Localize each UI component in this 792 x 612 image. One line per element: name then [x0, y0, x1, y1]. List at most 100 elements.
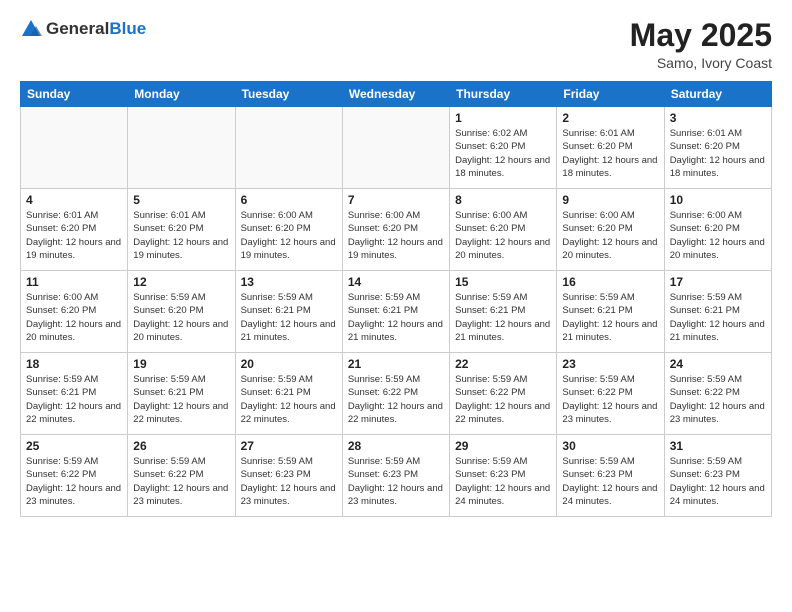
day-number: 5	[133, 193, 229, 207]
day-number: 23	[562, 357, 658, 371]
day-info: Sunrise: 6:00 AM Sunset: 6:20 PM Dayligh…	[26, 291, 122, 344]
calendar-cell	[235, 107, 342, 189]
day-number: 21	[348, 357, 444, 371]
calendar-week-row: 1Sunrise: 6:02 AM Sunset: 6:20 PM Daylig…	[21, 107, 772, 189]
weekday-header-sunday: Sunday	[21, 82, 128, 107]
day-number: 24	[670, 357, 766, 371]
calendar-cell: 24 Sunrise: 5:59 AM Sunset: 6:22 PM Dayli…	[664, 353, 771, 435]
day-number: 15	[455, 275, 551, 289]
day-info: Sunrise: 5:59 AM Sunset: 6:21 PM Dayligh…	[562, 291, 658, 344]
day-number: 27	[241, 439, 337, 453]
day-number: 6	[241, 193, 337, 207]
day-info: Sunrise: 6:01 AM Sunset: 6:20 PM Dayligh…	[26, 209, 122, 262]
logo-blue: Blue	[109, 19, 146, 38]
day-info: Sunrise: 6:00 AM Sunset: 6:20 PM Dayligh…	[562, 209, 658, 262]
day-info: Sunrise: 5:59 AM Sunset: 6:22 PM Dayligh…	[562, 373, 658, 426]
logo-general: General	[46, 19, 109, 38]
day-info: Sunrise: 5:59 AM Sunset: 6:23 PM Dayligh…	[348, 455, 444, 508]
day-info: Sunrise: 5:59 AM Sunset: 6:21 PM Dayligh…	[670, 291, 766, 344]
header: GeneralBlue May 2025 Samo, Ivory Coast	[20, 18, 772, 71]
calendar-cell: 11 Sunrise: 6:00 AM Sunset: 6:20 PM Dayli…	[21, 271, 128, 353]
day-info: Sunrise: 6:00 AM Sunset: 6:20 PM Dayligh…	[241, 209, 337, 262]
calendar-cell: 10 Sunrise: 6:00 AM Sunset: 6:20 PM Dayli…	[664, 189, 771, 271]
day-number: 28	[348, 439, 444, 453]
calendar-cell: 15 Sunrise: 5:59 AM Sunset: 6:21 PM Dayli…	[450, 271, 557, 353]
calendar-cell: 29 Sunrise: 5:59 AM Sunset: 6:23 PM Dayli…	[450, 435, 557, 517]
day-info: Sunrise: 5:59 AM Sunset: 6:22 PM Dayligh…	[670, 373, 766, 426]
day-number: 11	[26, 275, 122, 289]
calendar-week-row: 18 Sunrise: 5:59 AM Sunset: 6:21 PM Dayli…	[21, 353, 772, 435]
page: GeneralBlue May 2025 Samo, Ivory Coast S…	[0, 0, 792, 612]
calendar-cell: 22 Sunrise: 5:59 AM Sunset: 6:22 PM Dayli…	[450, 353, 557, 435]
day-number: 3	[670, 111, 766, 125]
weekday-header-thursday: Thursday	[450, 82, 557, 107]
calendar-week-row: 4 Sunrise: 6:01 AM Sunset: 6:20 PM Daylig…	[21, 189, 772, 271]
day-info: Sunrise: 5:59 AM Sunset: 6:22 PM Dayligh…	[455, 373, 551, 426]
calendar-cell: 23 Sunrise: 5:59 AM Sunset: 6:22 PM Dayli…	[557, 353, 664, 435]
calendar-cell: 7 Sunrise: 6:00 AM Sunset: 6:20 PM Daylig…	[342, 189, 449, 271]
calendar-cell: 4 Sunrise: 6:01 AM Sunset: 6:20 PM Daylig…	[21, 189, 128, 271]
day-number: 4	[26, 193, 122, 207]
day-info: Sunrise: 6:01 AM Sunset: 6:20 PM Dayligh…	[670, 127, 766, 180]
logo-icon	[20, 18, 42, 40]
day-number: 31	[670, 439, 766, 453]
day-info: Sunrise: 5:59 AM Sunset: 6:21 PM Dayligh…	[133, 373, 229, 426]
calendar-cell	[21, 107, 128, 189]
day-number: 13	[241, 275, 337, 289]
calendar-week-row: 11 Sunrise: 6:00 AM Sunset: 6:20 PM Dayli…	[21, 271, 772, 353]
day-info: Sunrise: 5:59 AM Sunset: 6:22 PM Dayligh…	[26, 455, 122, 508]
day-info: Sunrise: 5:59 AM Sunset: 6:22 PM Dayligh…	[133, 455, 229, 508]
day-number: 25	[26, 439, 122, 453]
day-info: Sunrise: 5:59 AM Sunset: 6:21 PM Dayligh…	[348, 291, 444, 344]
day-number: 17	[670, 275, 766, 289]
day-info: Sunrise: 6:00 AM Sunset: 6:20 PM Dayligh…	[455, 209, 551, 262]
calendar-cell: 25 Sunrise: 5:59 AM Sunset: 6:22 PM Dayli…	[21, 435, 128, 517]
calendar-cell: 3 Sunrise: 6:01 AM Sunset: 6:20 PM Daylig…	[664, 107, 771, 189]
calendar-cell: 26 Sunrise: 5:59 AM Sunset: 6:22 PM Dayli…	[128, 435, 235, 517]
weekday-header-monday: Monday	[128, 82, 235, 107]
calendar-cell: 27Sunrise: 5:59 AM Sunset: 6:23 PM Dayli…	[235, 435, 342, 517]
day-info: Sunrise: 6:00 AM Sunset: 6:20 PM Dayligh…	[348, 209, 444, 262]
day-number: 20	[241, 357, 337, 371]
calendar-week-row: 25 Sunrise: 5:59 AM Sunset: 6:22 PM Dayli…	[21, 435, 772, 517]
calendar-cell: 12Sunrise: 5:59 AM Sunset: 6:20 PM Dayli…	[128, 271, 235, 353]
calendar-cell: 19 Sunrise: 5:59 AM Sunset: 6:21 PM Dayli…	[128, 353, 235, 435]
day-info: Sunrise: 5:59 AM Sunset: 6:21 PM Dayligh…	[241, 291, 337, 344]
calendar-cell: 21Sunrise: 5:59 AM Sunset: 6:22 PM Dayli…	[342, 353, 449, 435]
day-number: 18	[26, 357, 122, 371]
calendar-cell: 13 Sunrise: 5:59 AM Sunset: 6:21 PM Dayli…	[235, 271, 342, 353]
day-info: Sunrise: 6:00 AM Sunset: 6:20 PM Dayligh…	[670, 209, 766, 262]
logo: GeneralBlue	[20, 18, 146, 40]
calendar-cell: 1Sunrise: 6:02 AM Sunset: 6:20 PM Daylig…	[450, 107, 557, 189]
day-number: 14	[348, 275, 444, 289]
calendar-cell: 5Sunrise: 6:01 AM Sunset: 6:20 PM Daylig…	[128, 189, 235, 271]
day-number: 22	[455, 357, 551, 371]
day-number: 26	[133, 439, 229, 453]
calendar-cell: 9Sunrise: 6:00 AM Sunset: 6:20 PM Daylig…	[557, 189, 664, 271]
calendar-cell: 20 Sunrise: 5:59 AM Sunset: 6:21 PM Dayli…	[235, 353, 342, 435]
calendar-cell: 6 Sunrise: 6:00 AM Sunset: 6:20 PM Daylig…	[235, 189, 342, 271]
day-info: Sunrise: 5:59 AM Sunset: 6:23 PM Dayligh…	[562, 455, 658, 508]
day-info: Sunrise: 6:01 AM Sunset: 6:20 PM Dayligh…	[562, 127, 658, 180]
day-number: 2	[562, 111, 658, 125]
calendar-cell: 2 Sunrise: 6:01 AM Sunset: 6:20 PM Daylig…	[557, 107, 664, 189]
day-number: 7	[348, 193, 444, 207]
calendar-cell: 28 Sunrise: 5:59 AM Sunset: 6:23 PM Dayli…	[342, 435, 449, 517]
day-info: Sunrise: 5:59 AM Sunset: 6:21 PM Dayligh…	[455, 291, 551, 344]
weekday-header-wednesday: Wednesday	[342, 82, 449, 107]
day-number: 10	[670, 193, 766, 207]
day-number: 19	[133, 357, 229, 371]
day-info: Sunrise: 5:59 AM Sunset: 6:23 PM Dayligh…	[670, 455, 766, 508]
calendar-cell: 31 Sunrise: 5:59 AM Sunset: 6:23 PM Dayli…	[664, 435, 771, 517]
weekday-header-tuesday: Tuesday	[235, 82, 342, 107]
day-info: Sunrise: 5:59 AM Sunset: 6:21 PM Dayligh…	[26, 373, 122, 426]
calendar-location: Samo, Ivory Coast	[630, 55, 772, 71]
calendar-cell: 30Sunrise: 5:59 AM Sunset: 6:23 PM Dayli…	[557, 435, 664, 517]
calendar-cell: 16 Sunrise: 5:59 AM Sunset: 6:21 PM Dayli…	[557, 271, 664, 353]
day-info: Sunrise: 5:59 AM Sunset: 6:23 PM Dayligh…	[455, 455, 551, 508]
calendar-cell: 18 Sunrise: 5:59 AM Sunset: 6:21 PM Dayli…	[21, 353, 128, 435]
day-info: Sunrise: 5:59 AM Sunset: 6:21 PM Dayligh…	[241, 373, 337, 426]
day-number: 29	[455, 439, 551, 453]
calendar-table: SundayMondayTuesdayWednesdayThursdayFrid…	[20, 81, 772, 517]
day-number: 16	[562, 275, 658, 289]
